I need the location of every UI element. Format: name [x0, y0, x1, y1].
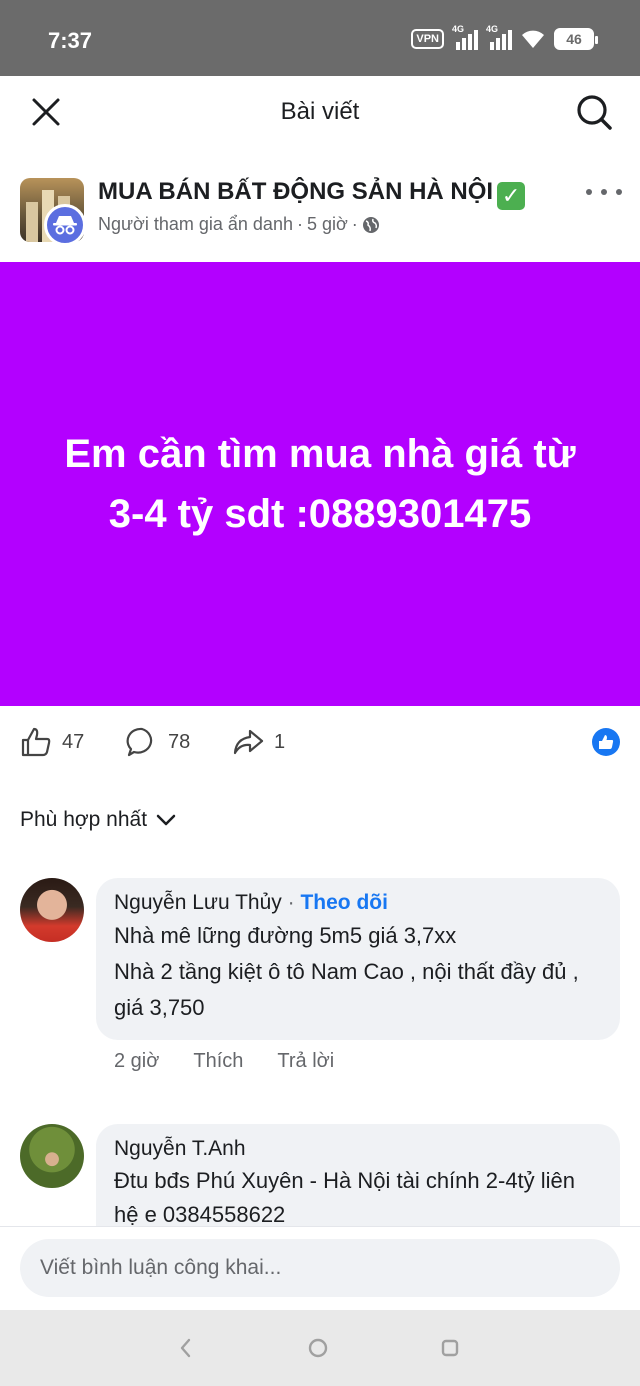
like-count: 47: [62, 730, 85, 753]
globe-icon: [362, 216, 379, 233]
post-meta: Người tham gia ẩn danh · 5 giờ ·: [98, 214, 380, 235]
comment-text: Đtu bđs Phú Xuyên - Hà Nội tài chính 2-4…: [114, 1168, 576, 1226]
commenter-avatar[interactable]: [20, 1124, 84, 1188]
post-header: MUA BÁN BẤT ĐỘNG SẢN HÀ NỘI ✓ Người tham …: [0, 170, 640, 250]
commenter-name[interactable]: Nguyễn T.Anh: [114, 1134, 602, 1164]
signal-icon: 4G: [486, 24, 512, 50]
sort-label: Phù hợp nhất: [20, 808, 148, 831]
more-options-icon[interactable]: [586, 180, 622, 204]
vpn-badge: VPN: [411, 29, 444, 49]
status-time: 7:37: [48, 28, 93, 53]
comment-text: Nhà mê lững đường 5m5 giá 3,7xx: [114, 923, 457, 948]
commenter-name[interactable]: Nguyễn Lưu Thủy: [114, 891, 282, 914]
search-icon[interactable]: [574, 92, 614, 132]
chevron-down-icon: [156, 814, 176, 826]
comment-sort-dropdown[interactable]: Phù hợp nhất: [20, 808, 177, 832]
like-button[interactable]: 47: [20, 726, 84, 758]
comment-icon: [126, 727, 153, 757]
comment-like-button[interactable]: Thích: [193, 1050, 243, 1073]
back-icon[interactable]: [174, 1336, 198, 1360]
share-button[interactable]: 1: [232, 726, 285, 758]
comment-reply-button[interactable]: Trả lời: [277, 1050, 334, 1073]
page-title: Bài viết: [280, 98, 360, 125]
comment-input[interactable]: [20, 1239, 620, 1297]
commenter-avatar[interactable]: [20, 878, 84, 942]
check-mark-icon: ✓: [497, 182, 526, 210]
follow-button[interactable]: Theo dõi: [300, 891, 388, 914]
signal-icon: 4G: [452, 24, 478, 50]
wifi-icon: [522, 30, 544, 48]
comment-composer: [0, 1226, 640, 1310]
share-count: 1: [274, 730, 286, 753]
comment-item: Nguyễn Lưu Thủy · Theo dõi Nhà mê lững đ…: [0, 878, 640, 1078]
post-author: Người tham gia ẩn danh: [98, 214, 293, 234]
like-icon: [21, 727, 51, 757]
system-nav-bar: [0, 1310, 640, 1386]
home-icon[interactable]: [306, 1336, 330, 1360]
comment-bubble: Nguyễn Lưu Thủy · Theo dõi Nhà mê lững đ…: [96, 878, 620, 1040]
post-content: Em cần tìm mua nhà giá từ 3-4 tỷ sdt :08…: [0, 262, 640, 706]
group-name[interactable]: MUA BÁN BẤT ĐỘNG SẢN HÀ NỘI ✓: [98, 178, 526, 210]
share-icon: [233, 729, 264, 755]
comment-time: 2 giờ: [114, 1050, 160, 1072]
battery-icon: 46: [554, 28, 598, 50]
comment-button[interactable]: 78: [126, 726, 190, 758]
status-bar: 7:37 VPN 4G 4G 46: [0, 0, 640, 76]
recents-icon[interactable]: [438, 1336, 462, 1360]
comment-actions: 2 giờ Thích Trả lời: [114, 1050, 334, 1073]
status-icons: VPN 4G 4G 46: [411, 24, 598, 50]
anonymous-icon: [44, 204, 86, 246]
comment-count: 78: [168, 730, 191, 753]
comment-bubble: Nguyễn T.Anh Đtu bđs Phú Xuyên - Hà Nội …: [96, 1124, 620, 1226]
reaction-bar: 47 78 1: [0, 718, 640, 764]
like-reaction-icon[interactable]: [592, 728, 620, 756]
comment-text: Nhà 2 tầng kiệt ô tô Nam Cao , nội thất …: [114, 959, 579, 1020]
app-header: Bài viết: [0, 76, 640, 148]
post-time: 5 giờ: [306, 214, 348, 234]
post-text: Em cần tìm mua nhà giá từ 3-4 tỷ sdt :08…: [64, 432, 576, 536]
comment-item: Nguyễn T.Anh Đtu bđs Phú Xuyên - Hà Nội …: [0, 1124, 640, 1226]
